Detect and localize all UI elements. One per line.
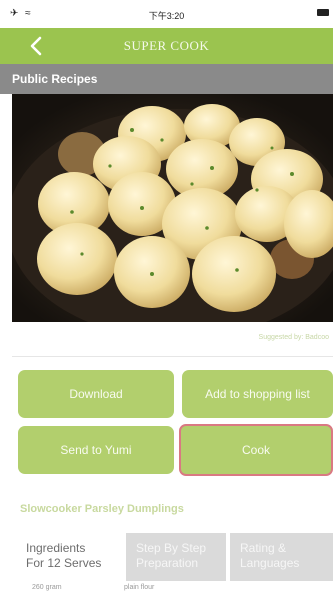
tab-label: Ingredients (26, 541, 86, 555)
status-bar: ✈ ≈ 下午3:20 (0, 0, 333, 28)
tab-sublabel: Languages (240, 556, 300, 570)
ingredient-quantity: 260 gram (32, 584, 62, 591)
divider (12, 356, 333, 357)
recipe-title: Slowcooker Parsley Dumplings (20, 503, 184, 515)
tab-sublabel: Preparation (136, 556, 199, 570)
tab-label: Rating & (240, 541, 287, 555)
ingredient-name: plain flour (124, 584, 155, 591)
navbar: SUPER COOK (0, 28, 333, 64)
tab-sublabel: For 12 Serves (26, 556, 102, 570)
battery-icon (317, 9, 329, 16)
cook-button[interactable]: Cook (179, 424, 333, 476)
recipe-tabs: Ingredients For 12 Serves Step By Step P… (18, 533, 333, 581)
recipe-photo (12, 94, 333, 322)
send-to-yumi-button[interactable]: Send to Yumi (18, 426, 174, 474)
page-title: Public Recipes (12, 72, 98, 86)
tab-ingredients[interactable]: Ingredients For 12 Serves (18, 533, 122, 581)
tab-rating-languages[interactable]: Rating & Languages (230, 533, 333, 581)
add-to-shopping-list-button[interactable]: Add to shopping list (182, 370, 333, 418)
suggested-by-label: Suggested by: Badcoo (258, 334, 329, 341)
tab-step-by-step[interactable]: Step By Step Preparation (126, 533, 226, 581)
status-time: 下午3:20 (148, 11, 185, 21)
tab-label: Step By Step (136, 541, 207, 555)
section-header: Public Recipes (0, 64, 333, 94)
dumplings-image (12, 94, 333, 322)
app-logo: SUPER COOK (123, 38, 210, 53)
download-button[interactable]: Download (18, 370, 174, 418)
